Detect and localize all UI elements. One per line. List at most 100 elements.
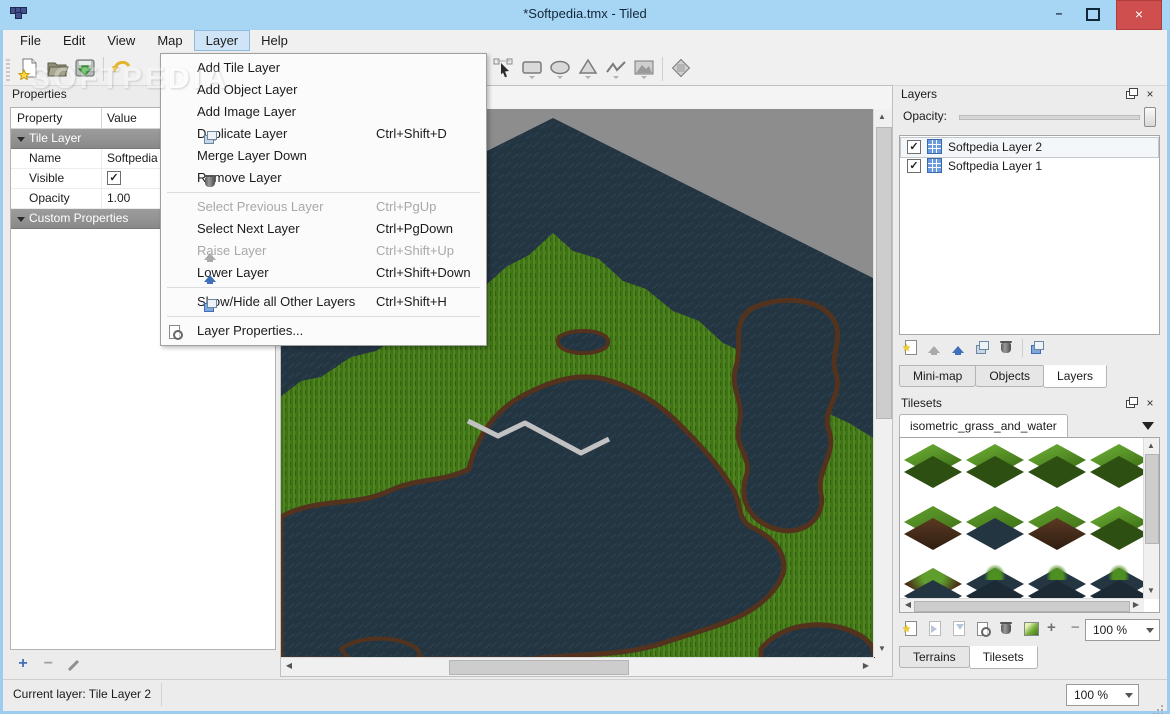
close-panel-icon[interactable]: × bbox=[1142, 87, 1158, 101]
menu-item-lower-layer[interactable]: Lower Layer Ctrl+Shift+Down bbox=[161, 262, 486, 284]
tileset-tab[interactable]: isometric_grass_and_water bbox=[899, 414, 1068, 437]
import-tileset-button[interactable] bbox=[923, 618, 947, 640]
resize-grip-icon[interactable] bbox=[1153, 697, 1163, 707]
expand-triangle-icon[interactable] bbox=[17, 137, 25, 146]
scroll-left-icon[interactable]: ◀ bbox=[281, 658, 297, 674]
tile-grass[interactable] bbox=[904, 444, 962, 494]
menu-file[interactable]: File bbox=[9, 30, 52, 51]
menu-item-layer-properties[interactable]: Layer Properties... bbox=[161, 320, 486, 342]
expand-triangle-icon[interactable] bbox=[17, 217, 25, 226]
insert-rectangle-button[interactable] bbox=[518, 55, 546, 84]
scroll-down-icon[interactable]: ▼ bbox=[1143, 583, 1159, 599]
scroll-down-icon[interactable]: ▼ bbox=[874, 641, 890, 657]
layer-row-softpedia-layer-1[interactable]: ✓ Softpedia Layer 1 bbox=[901, 157, 1158, 176]
toolbar-grip[interactable] bbox=[6, 57, 10, 81]
scroll-right-icon[interactable]: ▶ bbox=[858, 658, 874, 674]
tile-grass-dirt[interactable] bbox=[904, 506, 962, 556]
save-file-button[interactable] bbox=[71, 55, 99, 84]
tileset-properties-button[interactable] bbox=[971, 618, 995, 640]
tileset-hscroll-thumb[interactable] bbox=[914, 601, 1130, 612]
tile-grass[interactable] bbox=[966, 444, 1024, 494]
edit-terrain-button[interactable] bbox=[1019, 618, 1043, 640]
menu-item-remove-layer[interactable]: Remove Layer bbox=[161, 167, 486, 189]
menu-item-merge-layer-down[interactable]: Merge Layer Down bbox=[161, 145, 486, 167]
scroll-up-icon[interactable]: ▲ bbox=[1143, 438, 1159, 454]
tileset-zoom-combo[interactable]: 100 % bbox=[1085, 619, 1160, 641]
duplicate-layer-button[interactable] bbox=[971, 337, 995, 359]
zoom-combo[interactable]: 100 % bbox=[1066, 684, 1139, 706]
opacity-slider-handle[interactable] bbox=[1144, 107, 1156, 127]
minimize-button[interactable]: – bbox=[1044, 0, 1074, 28]
tab-terrains[interactable]: Terrains bbox=[899, 646, 970, 668]
zoom-in-button[interactable]: + bbox=[1043, 618, 1067, 640]
layer-list[interactable]: ✓ Softpedia Layer 2 ✓ Softpedia Layer 1 bbox=[899, 135, 1160, 335]
menu-item-show-hide-all-other-layers[interactable]: Show/Hide all Other Layers Ctrl+Shift+H bbox=[161, 291, 486, 313]
tab-objects[interactable]: Objects bbox=[975, 365, 1045, 387]
checkbox-icon[interactable]: ✓ bbox=[107, 170, 121, 185]
insert-polygon-button[interactable] bbox=[574, 55, 602, 84]
add-property-button[interactable]: + bbox=[12, 656, 34, 674]
map-vertical-scrollbar[interactable]: ▲ ▼ bbox=[873, 109, 892, 657]
tab-tilesets[interactable]: Tilesets bbox=[968, 646, 1038, 669]
export-tileset-button[interactable] bbox=[947, 618, 971, 640]
menu-map[interactable]: Map bbox=[146, 30, 193, 51]
float-panel-icon[interactable] bbox=[1123, 396, 1139, 410]
insert-image-button[interactable] bbox=[667, 55, 695, 84]
tile-grass[interactable] bbox=[1090, 506, 1144, 556]
tile-water-tuft[interactable] bbox=[1028, 564, 1086, 599]
insert-polyline-button[interactable] bbox=[602, 55, 630, 84]
map-hscroll-thumb[interactable] bbox=[449, 660, 629, 675]
tileset-horizontal-scrollbar[interactable]: ◀ ▶ bbox=[900, 598, 1144, 612]
open-file-button[interactable] bbox=[43, 55, 71, 84]
tileset-vscroll-thumb[interactable] bbox=[1145, 454, 1159, 544]
highlight-layer-button[interactable] bbox=[1026, 337, 1050, 359]
tileset-vertical-scrollbar[interactable]: ▲ ▼ bbox=[1143, 438, 1159, 599]
menu-help[interactable]: Help bbox=[250, 30, 299, 51]
maximize-button[interactable] bbox=[1078, 0, 1108, 28]
visibility-checkbox[interactable]: ✓ bbox=[907, 139, 921, 154]
tile-grass-dirt[interactable] bbox=[1028, 506, 1086, 556]
tile-water-tuft[interactable] bbox=[966, 564, 1024, 599]
close-button[interactable]: × bbox=[1116, 0, 1162, 30]
tile-water-tuft[interactable] bbox=[1090, 564, 1144, 599]
map-vscroll-thumb[interactable] bbox=[876, 127, 892, 419]
map-horizontal-scrollbar[interactable]: ◀ ▶ bbox=[281, 657, 874, 676]
tab-layers[interactable]: Layers bbox=[1043, 365, 1108, 388]
menu-item-duplicate-layer[interactable]: Duplicate Layer Ctrl+Shift+D bbox=[161, 123, 486, 145]
edit-property-button[interactable] bbox=[63, 656, 85, 674]
tile-grass[interactable] bbox=[1028, 444, 1086, 494]
visibility-checkbox[interactable]: ✓ bbox=[907, 158, 921, 173]
zoom-out-button[interactable]: − bbox=[1067, 618, 1091, 640]
tile-dirt-water[interactable] bbox=[904, 568, 962, 599]
menu-item-raise-layer[interactable]: Raise Layer Ctrl+Shift+Up bbox=[161, 240, 486, 262]
tile-grass-water[interactable] bbox=[966, 506, 1024, 556]
layer-row-softpedia-layer-2[interactable]: ✓ Softpedia Layer 2 bbox=[900, 137, 1159, 158]
menu-view[interactable]: View bbox=[96, 30, 146, 51]
tileset-dropdown-icon[interactable] bbox=[1142, 422, 1154, 436]
insert-tile-button[interactable] bbox=[630, 55, 658, 84]
menu-item-add-tile-layer[interactable]: Add Tile Layer bbox=[161, 57, 486, 79]
opacity-slider[interactable] bbox=[959, 115, 1140, 120]
scroll-right-icon[interactable]: ▶ bbox=[1128, 597, 1144, 612]
new-layer-button[interactable] bbox=[899, 337, 923, 359]
select-objects-button[interactable] bbox=[490, 55, 518, 84]
tileset-view[interactable]: ▲ ▼ ◀ ▶ bbox=[899, 437, 1160, 613]
menu-layer[interactable]: Layer bbox=[193, 30, 251, 51]
menu-item-select-next-layer[interactable]: Select Next Layer Ctrl+PgDown bbox=[161, 218, 486, 240]
remove-property-button[interactable]: − bbox=[37, 656, 59, 674]
menu-edit[interactable]: Edit bbox=[52, 30, 96, 51]
insert-ellipse-button[interactable] bbox=[546, 55, 574, 84]
menu-item-select-previous-layer[interactable]: Select Previous Layer Ctrl+PgUp bbox=[161, 196, 486, 218]
remove-tileset-button[interactable] bbox=[995, 618, 1019, 640]
scroll-up-icon[interactable]: ▲ bbox=[874, 109, 890, 125]
new-file-button[interactable] bbox=[15, 55, 43, 84]
undo-button[interactable] bbox=[108, 55, 136, 84]
raise-layer-button[interactable] bbox=[923, 337, 947, 359]
close-panel-icon[interactable]: × bbox=[1142, 396, 1158, 410]
lower-layer-button[interactable] bbox=[947, 337, 971, 359]
menu-item-add-image-layer[interactable]: Add Image Layer bbox=[161, 101, 486, 123]
float-panel-icon[interactable] bbox=[1123, 87, 1139, 101]
remove-layer-button[interactable] bbox=[995, 337, 1019, 359]
new-tileset-button[interactable] bbox=[899, 618, 923, 640]
tab-mini-map[interactable]: Mini-map bbox=[899, 365, 977, 387]
